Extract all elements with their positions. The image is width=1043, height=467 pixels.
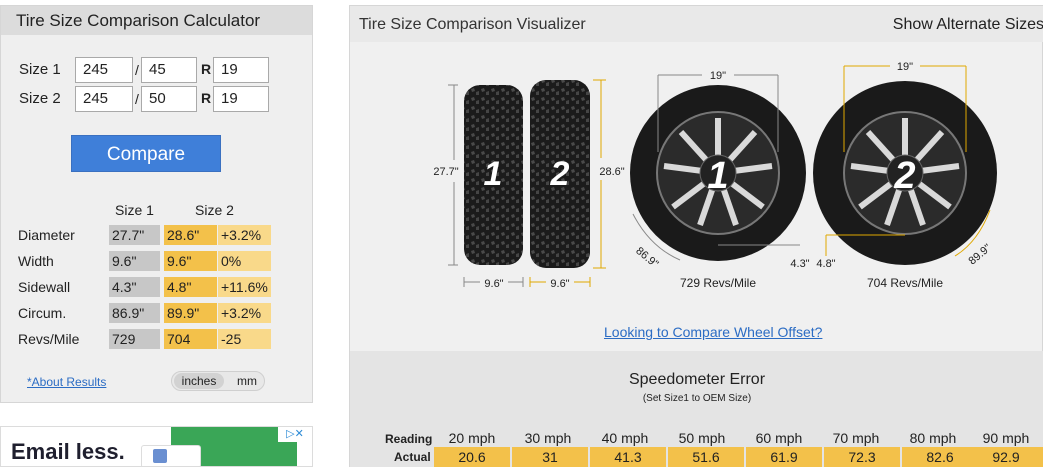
ad-card xyxy=(141,445,201,466)
visualizer-panel: Tire Size Comparison Visualizer Show Alt… xyxy=(349,5,1043,467)
speed-actual: 72.3 xyxy=(824,447,900,467)
ad-headline: Email less. xyxy=(11,439,125,464)
wheel2-sidewall-label: 4.8" xyxy=(816,258,835,270)
speed-actual: 61.9 xyxy=(746,447,822,467)
size1-aspect-field[interactable]: 45 xyxy=(141,57,197,83)
wheel1-number: 1 xyxy=(707,155,728,197)
size2-label: Size 2 xyxy=(19,90,61,107)
calculator-title: Tire Size Comparison Calculator xyxy=(1,6,312,35)
size1-label: Size 1 xyxy=(19,61,61,78)
speed-actual: 92.9 xyxy=(968,447,1043,467)
results-row-revs: Revs/Mile 729 704 -25 xyxy=(1,329,314,349)
result-label: Width xyxy=(18,253,54,269)
show-alternate-sizes-link[interactable]: Show Alternate Sizes xyxy=(893,16,1043,34)
results-header-size2: Size 2 xyxy=(195,202,234,218)
compare-wheel-offset-link[interactable]: Looking to Compare Wheel Offset? xyxy=(604,324,822,340)
ad-avatar-icon xyxy=(153,449,167,463)
results-row-circumference: Circum. 86.9" 89.9" +3.2% xyxy=(1,303,314,323)
tire-visualization: 1 27.7" 9.6" 2 28.6" 9.6" 1 19" 4.3" 86.… xyxy=(433,61,997,290)
speedometer-subtitle: (Set Size1 to OEM Size) xyxy=(642,393,752,404)
speed-actual: 41.3 xyxy=(590,447,666,467)
result-size2-value: 704 xyxy=(164,329,217,349)
size2-width-field[interactable]: 245 xyxy=(75,86,133,112)
visualizer-title: Tire Size Comparison Visualizer xyxy=(359,16,586,33)
speed-reading: 80 mph xyxy=(909,430,957,446)
size1-slash: / xyxy=(135,62,139,78)
tire1-side: 1 27.7" 9.6" xyxy=(433,84,524,290)
tire2-width-label: 9.6" xyxy=(550,278,569,290)
size1-r-label: R xyxy=(201,61,212,77)
result-difference: +11.6% xyxy=(218,277,271,297)
size1-width-field[interactable]: 245 xyxy=(75,57,133,83)
results-header-size1: Size 1 xyxy=(115,202,154,218)
ad-choices-icon[interactable]: ▷✕ xyxy=(278,427,312,442)
speed-reading: 70 mph xyxy=(832,430,880,446)
wheel2-rim-label: 19" xyxy=(897,61,913,73)
actual-row-label: Actual xyxy=(394,450,431,464)
unit-mm-option[interactable]: mm xyxy=(232,373,262,389)
tire1-width-label: 9.6" xyxy=(484,278,503,290)
wheel1-revs-label: 729 Revs/Mile xyxy=(680,276,756,290)
speed-reading: 30 mph xyxy=(524,430,572,446)
speed-actual: 82.6 xyxy=(902,447,978,467)
result-size1-value: 4.3" xyxy=(109,277,160,297)
speed-reading: 20 mph xyxy=(448,430,496,446)
speedometer-title: Speedometer Error xyxy=(628,371,766,388)
size2-aspect-field[interactable]: 50 xyxy=(141,86,197,112)
result-difference: -25 xyxy=(218,329,271,349)
speed-reading: 50 mph xyxy=(678,430,726,446)
size1-rim-field[interactable]: 19 xyxy=(213,57,269,83)
results-row-diameter: Diameter 27.7" 28.6" +3.2% xyxy=(1,225,314,245)
result-size1-value: 27.7" xyxy=(109,225,160,245)
speed-actual: 31 xyxy=(512,447,588,467)
tire2-number: 2 xyxy=(550,155,570,193)
size2-rim-field[interactable]: 19 xyxy=(213,86,269,112)
result-difference: +3.2% xyxy=(218,303,271,323)
tire1-number: 1 xyxy=(484,155,503,193)
speed-actual: 20.6 xyxy=(434,447,510,467)
result-size1-value: 9.6" xyxy=(109,251,160,271)
result-label: Circum. xyxy=(18,305,67,321)
wheel1-sidewall-label: 4.3" xyxy=(790,258,809,270)
unit-toggle[interactable]: inches mm xyxy=(171,371,265,391)
wheel2: 2 19" 4.8" 89.9" 704 Revs/Mile xyxy=(813,61,997,290)
wheel1-circum-label: 86.9" xyxy=(633,245,660,271)
advertisement[interactable]: Email less. ▷✕ xyxy=(0,426,313,467)
result-label: Revs/Mile xyxy=(18,331,80,347)
result-size1-value: 86.9" xyxy=(109,303,160,323)
results-row-width: Width 9.6" 9.6" 0% xyxy=(1,251,314,271)
result-size2-value: 28.6" xyxy=(164,225,217,245)
tire2-height-label: 28.6" xyxy=(599,166,624,178)
about-results-link[interactable]: *About Results xyxy=(27,375,106,389)
speed-reading: 40 mph xyxy=(601,430,649,446)
unit-inches-option[interactable]: inches xyxy=(174,373,224,389)
wheel1: 1 19" 4.3" 86.9" 729 Revs/Mile xyxy=(630,70,810,290)
result-label: Sidewall xyxy=(18,279,71,295)
speed-reading: 60 mph xyxy=(755,430,803,446)
wheel2-revs-label: 704 Revs/Mile xyxy=(867,276,943,290)
speed-reading: 90 mph xyxy=(982,430,1030,446)
calculator-panel: Tire Size Comparison Calculator Size 1 2… xyxy=(0,5,313,403)
results-row-sidewall: Sidewall 4.3" 4.8" +11.6% xyxy=(1,277,314,297)
result-difference: 0% xyxy=(218,251,271,271)
reading-row-label: Reading xyxy=(385,432,433,446)
result-size2-value: 89.9" xyxy=(164,303,217,323)
tire1-height-label: 27.7" xyxy=(433,166,458,178)
wheel2-circum-label: 89.9" xyxy=(967,242,994,268)
wheel2-number: 2 xyxy=(893,155,915,197)
size2-r-label: R xyxy=(201,90,212,106)
result-difference: +3.2% xyxy=(218,225,271,245)
wheel1-rim-label: 19" xyxy=(710,70,726,82)
result-size1-value: 729 xyxy=(109,329,160,349)
result-label: Diameter xyxy=(18,227,75,243)
speedometer-error-section: Speedometer Error (Set Size1 to OEM Size… xyxy=(350,351,1043,467)
result-size2-value: 4.8" xyxy=(164,277,217,297)
tire2-side: 2 28.6" 9.6" xyxy=(529,79,625,290)
compare-button[interactable]: Compare xyxy=(71,135,221,172)
size2-slash: / xyxy=(135,91,139,107)
visualizer-header: Tire Size Comparison Visualizer Show Alt… xyxy=(350,6,1043,42)
speed-actual: 51.6 xyxy=(668,447,744,467)
result-size2-value: 9.6" xyxy=(164,251,217,271)
